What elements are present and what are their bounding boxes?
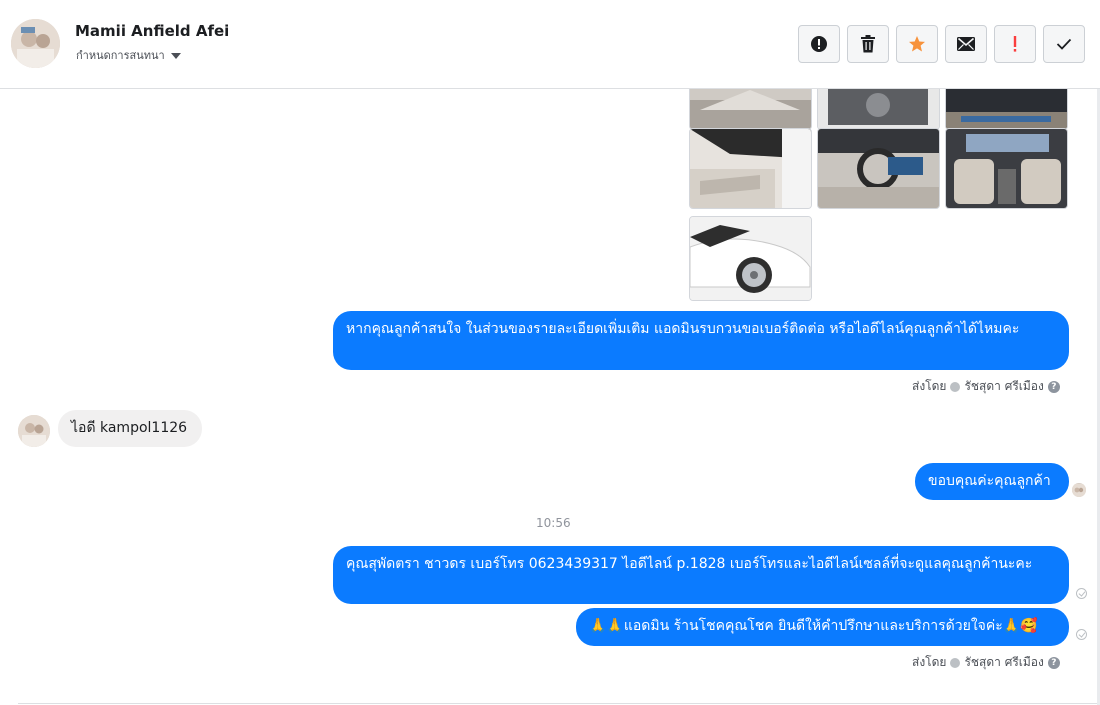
- message-text: ขอบคุณค่ะคุณลูกค้า: [928, 473, 1051, 489]
- message-timestamp: 10:56: [536, 516, 571, 530]
- star-button[interactable]: [896, 25, 938, 63]
- star-icon: [909, 36, 925, 52]
- message-text: คุณสุพัดตรา ชาวดร เบอร์โทร 0623439317 ไอ…: [346, 556, 1033, 572]
- mark-unread-button[interactable]: [945, 25, 987, 63]
- sent-check-icon: [1076, 629, 1087, 640]
- sent-by-label: ส่งโดย: [912, 655, 947, 669]
- exclamation-icon: [1013, 36, 1017, 52]
- car-photo-thumbnail[interactable]: [689, 128, 812, 209]
- agent-dot-icon: [950, 381, 961, 392]
- assign-conversation-dropdown[interactable]: กำหนดการสนทนา: [76, 46, 181, 64]
- help-icon[interactable]: ?: [1047, 380, 1060, 393]
- incoming-message[interactable]: ไอดี kampol1126: [58, 410, 202, 447]
- car-photo-thumbnail[interactable]: [817, 128, 940, 209]
- trash-icon: [861, 35, 875, 53]
- sender-name[interactable]: รัชสุดา ศรีเมือง: [964, 377, 1043, 396]
- outgoing-message[interactable]: หากคุณลูกค้าสนใจ ในส่วนของรายละเอียดเพิ่…: [333, 311, 1069, 370]
- alert-circle-icon: [811, 36, 827, 52]
- sent-by-label: ส่งโดย: [912, 379, 947, 393]
- delete-button[interactable]: [847, 25, 889, 63]
- conversation-header: Mamii Anfield Afei กำหนดการสนทนา: [0, 0, 1100, 89]
- agent-dot-icon: [950, 657, 961, 668]
- car-photo-thumbnail[interactable]: [817, 89, 940, 130]
- car-photo-thumbnail[interactable]: [945, 128, 1068, 209]
- composer-divider: [18, 703, 1098, 704]
- check-icon: [1056, 38, 1072, 50]
- contact-avatar[interactable]: [11, 19, 60, 68]
- car-photo-thumbnail[interactable]: [689, 89, 812, 130]
- outgoing-message[interactable]: คุณสุพัดตรา ชาวดร เบอร์โทร 0623439317 ไอ…: [333, 546, 1069, 604]
- contact-name[interactable]: Mamii Anfield Afei: [75, 22, 229, 40]
- header-actions: [798, 25, 1085, 63]
- contact-avatar-small[interactable]: [18, 415, 50, 447]
- caret-down-icon: [170, 52, 181, 59]
- mark-spam-button[interactable]: [798, 25, 840, 63]
- car-photo-thumbnail[interactable]: [945, 89, 1068, 130]
- assign-label: กำหนดการสนทนา: [76, 49, 165, 62]
- message-text: หากคุณลูกค้าสนใจ ในส่วนของรายละเอียดเพิ่…: [346, 321, 1020, 337]
- sent-check-icon: [1076, 588, 1087, 599]
- follow-up-button[interactable]: [994, 25, 1036, 63]
- outgoing-message[interactable]: 🙏🙏แอดมิน ร้านโชคคุณโชค ยินดีให้คำปรึกษาแ…: [576, 608, 1069, 646]
- message-text: 🙏🙏แอดมิน ร้านโชคคุณโชค ยินดีให้คำปรึกษาแ…: [589, 618, 1038, 634]
- help-icon[interactable]: ?: [1047, 656, 1060, 669]
- car-photo-thumbnail[interactable]: [689, 216, 812, 301]
- conversation-thread: หากคุณลูกค้าสนใจ ในส่วนของรายละเอียดเพิ่…: [0, 89, 1100, 705]
- sender-name[interactable]: รัชสุดา ศรีเมือง: [964, 653, 1043, 672]
- mark-done-button[interactable]: [1043, 25, 1085, 63]
- sent-by-info: ส่งโดย รัชสุดา ศรีเมือง ?: [912, 653, 1060, 672]
- seen-avatar: [1072, 483, 1086, 497]
- message-text: ไอดี kampol1126: [71, 420, 188, 436]
- outgoing-message[interactable]: ขอบคุณค่ะคุณลูกค้า: [915, 463, 1069, 500]
- sent-by-info: ส่งโดย รัชสุดา ศรีเมือง ?: [912, 377, 1060, 396]
- envelope-icon: [957, 37, 975, 51]
